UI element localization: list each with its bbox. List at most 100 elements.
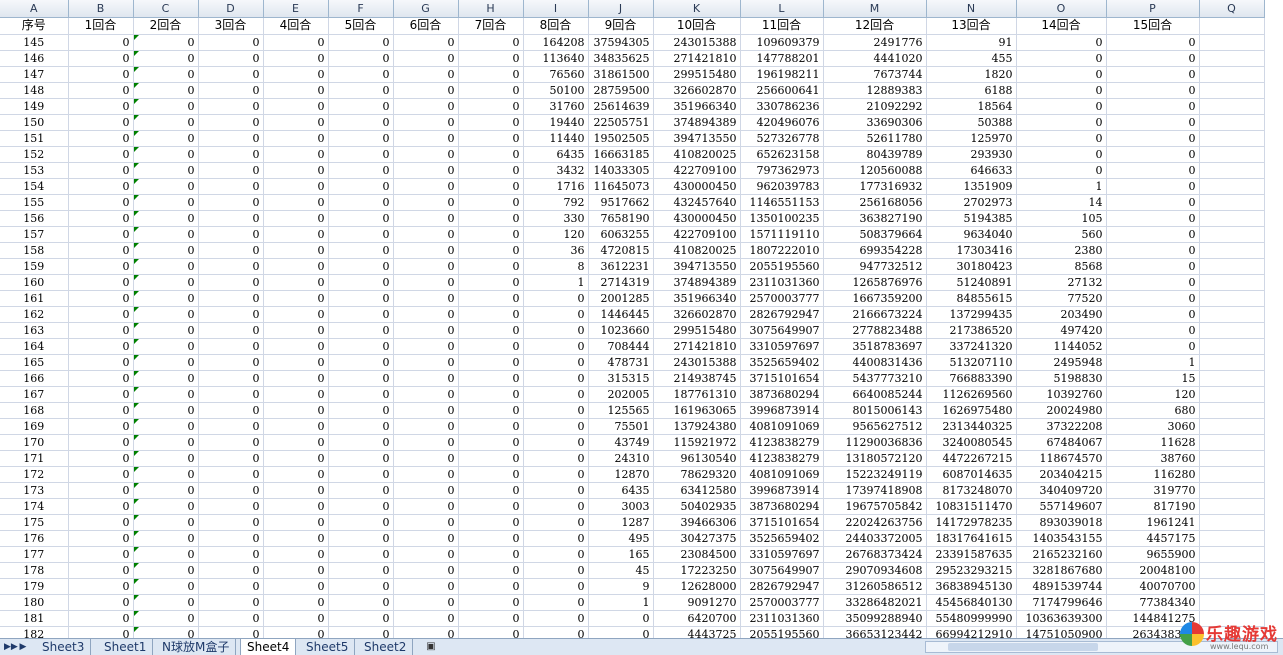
- row-index-cell[interactable]: 154: [0, 178, 69, 195]
- data-cell[interactable]: 0: [68, 450, 134, 467]
- data-cell[interactable]: 0: [393, 146, 459, 163]
- column-header-b[interactable]: B: [68, 0, 134, 18]
- data-cell[interactable]: 5437773210: [823, 370, 927, 387]
- data-cell[interactable]: [1199, 482, 1265, 499]
- data-cell[interactable]: 319770: [1106, 482, 1200, 499]
- data-cell[interactable]: 0: [263, 338, 329, 355]
- data-cell[interactable]: 0: [263, 530, 329, 547]
- data-cell[interactable]: 0: [393, 98, 459, 115]
- data-cell[interactable]: 19502505: [588, 130, 654, 147]
- data-cell[interactable]: 374894389: [653, 274, 741, 291]
- data-cell[interactable]: 4472267215: [926, 450, 1017, 467]
- data-cell[interactable]: 0: [328, 466, 394, 483]
- data-cell[interactable]: 0: [523, 322, 589, 339]
- data-cell[interactable]: 11290036836: [823, 434, 927, 451]
- data-cell[interactable]: 2311031360: [740, 274, 824, 291]
- data-cell[interactable]: 0: [458, 306, 524, 323]
- data-cell[interactable]: 96130540: [653, 450, 741, 467]
- data-cell[interactable]: 30180423: [926, 258, 1017, 275]
- data-cell[interactable]: 196198211: [740, 66, 824, 83]
- data-cell[interactable]: 1023660: [588, 322, 654, 339]
- data-cell[interactable]: 0: [263, 386, 329, 403]
- data-cell[interactable]: 478731: [588, 354, 654, 371]
- data-cell[interactable]: 0: [133, 434, 199, 451]
- data-cell[interactable]: 330786236: [740, 98, 824, 115]
- data-cell[interactable]: 0: [458, 546, 524, 563]
- data-cell[interactable]: 1287: [588, 514, 654, 531]
- data-cell[interactable]: 7174799646: [1016, 594, 1107, 611]
- data-cell[interactable]: 420496076: [740, 114, 824, 131]
- data-cell[interactable]: 52611780: [823, 130, 927, 147]
- column-header-q[interactable]: Q: [1199, 0, 1265, 18]
- data-cell[interactable]: 0: [68, 354, 134, 371]
- data-cell[interactable]: 15: [1106, 370, 1200, 387]
- data-cell[interactable]: 430000450: [653, 178, 741, 195]
- sheet-tab[interactable]: N球放M盒子: [156, 639, 237, 655]
- data-cell[interactable]: 31861500: [588, 66, 654, 83]
- data-cell[interactable]: 422709100: [653, 162, 741, 179]
- row-index-cell[interactable]: 165: [0, 354, 69, 371]
- data-cell[interactable]: 495: [588, 530, 654, 547]
- data-cell[interactable]: 394713550: [653, 130, 741, 147]
- data-cell[interactable]: 0: [263, 242, 329, 259]
- data-cell[interactable]: 0: [523, 290, 589, 307]
- column-header-f[interactable]: F: [328, 0, 394, 18]
- data-cell[interactable]: 0: [328, 82, 394, 99]
- data-cell[interactable]: 0: [393, 338, 459, 355]
- data-cell[interactable]: 0: [328, 434, 394, 451]
- data-cell[interactable]: 0: [198, 354, 264, 371]
- data-cell[interactable]: 271421810: [653, 338, 741, 355]
- data-cell[interactable]: 0: [328, 290, 394, 307]
- next-sheet-icon[interactable]: ▶: [18, 641, 28, 653]
- data-cell[interactable]: 0: [133, 242, 199, 259]
- data-cell[interactable]: 4081091069: [740, 418, 824, 435]
- data-cell[interactable]: 0: [198, 402, 264, 419]
- row-index-cell[interactable]: 156: [0, 210, 69, 227]
- data-cell[interactable]: 187761310: [653, 386, 741, 403]
- scrollbar-thumb[interactable]: [948, 643, 1098, 651]
- data-cell[interactable]: 0: [458, 290, 524, 307]
- data-cell[interactable]: 422709100: [653, 226, 741, 243]
- data-cell[interactable]: 0: [328, 594, 394, 611]
- data-cell[interactable]: 0: [68, 466, 134, 483]
- data-cell[interactable]: [1199, 514, 1265, 531]
- data-cell[interactable]: 0: [1106, 194, 1200, 211]
- data-cell[interactable]: 0: [523, 434, 589, 451]
- data-cell[interactable]: 0: [263, 370, 329, 387]
- data-cell[interactable]: 0: [523, 546, 589, 563]
- data-cell[interactable]: 410820025: [653, 242, 741, 259]
- data-cell[interactable]: 0: [133, 322, 199, 339]
- data-cell[interactable]: 0: [458, 66, 524, 83]
- sheet-tab[interactable]: Sheet2: [358, 639, 414, 655]
- data-cell[interactable]: 0: [263, 162, 329, 179]
- data-cell[interactable]: 0: [263, 418, 329, 435]
- data-cell[interactable]: 1126269560: [926, 386, 1017, 403]
- data-cell[interactable]: 0: [198, 242, 264, 259]
- data-cell[interactable]: 29070934608: [823, 562, 927, 579]
- data-cell[interactable]: 527326778: [740, 130, 824, 147]
- data-cell[interactable]: 4441020: [823, 50, 927, 67]
- data-cell[interactable]: 6087014635: [926, 466, 1017, 483]
- data-cell[interactable]: 0: [1106, 258, 1200, 275]
- data-cell[interactable]: 0: [263, 578, 329, 595]
- title-cell[interactable]: 10回合: [653, 17, 741, 35]
- data-cell[interactable]: 1807222010: [740, 242, 824, 259]
- data-cell[interactable]: 893039018: [1016, 514, 1107, 531]
- data-cell[interactable]: 0: [328, 130, 394, 147]
- data-cell[interactable]: 9517662: [588, 194, 654, 211]
- data-cell[interactable]: 0: [263, 50, 329, 67]
- data-cell[interactable]: 5198830: [1016, 370, 1107, 387]
- data-cell[interactable]: 0: [133, 146, 199, 163]
- data-cell[interactable]: 0: [1016, 34, 1107, 51]
- data-cell[interactable]: 2495948: [1016, 354, 1107, 371]
- data-cell[interactable]: 299515480: [653, 66, 741, 83]
- data-cell[interactable]: 4400831436: [823, 354, 927, 371]
- data-cell[interactable]: 0: [458, 402, 524, 419]
- data-cell[interactable]: 0: [133, 514, 199, 531]
- data-cell[interactable]: 0: [68, 210, 134, 227]
- data-cell[interactable]: 0: [523, 482, 589, 499]
- data-cell[interactable]: 0: [328, 402, 394, 419]
- data-cell[interactable]: 2313440325: [926, 418, 1017, 435]
- data-cell[interactable]: 0: [263, 498, 329, 515]
- data-cell[interactable]: 3873680294: [740, 386, 824, 403]
